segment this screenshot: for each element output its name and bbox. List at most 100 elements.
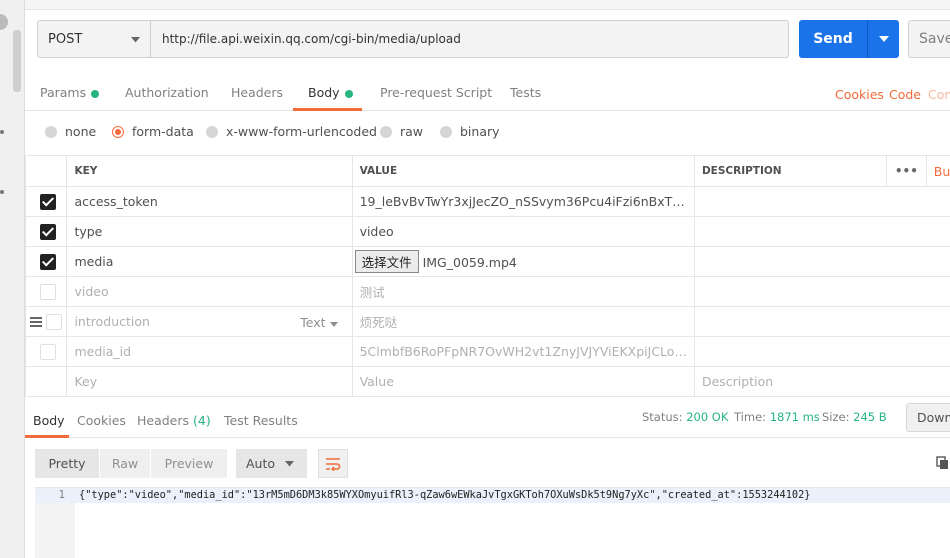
postman-window: POST http://file.api.weixin.qq.com/cgi-b… [0, 0, 950, 558]
form-data-table: KEY VALUE DESCRIPTION ••• Bu access_toke… [24, 155, 950, 397]
toggle-icon[interactable] [0, 14, 8, 30]
chevron-down-icon [131, 37, 140, 43]
row-description[interactable] [693, 306, 950, 337]
key-placeholder[interactable]: Key [66, 366, 353, 397]
tab-headers[interactable]: Headers [231, 85, 283, 100]
tab-test-results[interactable]: Test Results [224, 413, 298, 428]
drag-handle-icon[interactable] [30, 317, 42, 327]
row-key[interactable]: type [66, 216, 353, 247]
table-row-new: Key Value Description [24, 366, 950, 397]
radio-urlencoded[interactable]: x-www-form-urlencoded [206, 124, 377, 139]
row-key[interactable]: video [66, 276, 353, 307]
bulk-edit-link[interactable]: Bu [925, 155, 950, 187]
tab-tests[interactable]: Tests [510, 85, 541, 100]
code-link[interactable]: Code [889, 87, 921, 102]
raw-button[interactable]: Raw [100, 449, 150, 478]
url-input[interactable]: http://file.api.weixin.qq.com/cgi-bin/me… [151, 20, 789, 58]
tab-label: Body [308, 85, 340, 100]
table-header-row: KEY VALUE DESCRIPTION ••• Bu [24, 155, 950, 187]
choose-file-button[interactable]: 选择文件 [354, 250, 419, 273]
tab-label: Params [40, 85, 87, 100]
table-row: access_token 19_leBvBvTwYr3xjJecZO_nSSvy… [24, 186, 950, 217]
table-row: media 选择文件 IMG_0059.mp4 [24, 246, 950, 277]
bullet-icon [0, 130, 4, 134]
row-value[interactable]: 5ClmbfB6RoPFpNR7OvWH2vt1ZnyJVJYViEKXpiJC… [351, 336, 695, 367]
row-description[interactable] [693, 246, 950, 277]
download-label: Down [917, 410, 950, 425]
save-label: Save [919, 31, 950, 47]
raw-label: Raw [111, 456, 139, 471]
key-text: introduction [74, 314, 150, 329]
pretty-button[interactable]: Pretty [35, 449, 99, 478]
tab-label: Pre-request Script [380, 85, 493, 100]
row-key[interactable]: access_token [66, 186, 353, 217]
value-placeholder[interactable]: Value [351, 366, 695, 397]
row-value-file: 选择文件 IMG_0059.mp4 [351, 246, 695, 277]
row-description[interactable] [693, 276, 950, 307]
row-value[interactable]: 烦死哒 [351, 306, 695, 337]
format-select[interactable]: Auto [236, 449, 307, 478]
tab-label: Authorization [125, 85, 209, 100]
tab-pre-request-script[interactable]: Pre-request Script [380, 85, 492, 100]
send-button[interactable]: Send [799, 20, 867, 58]
radio-binary[interactable]: binary [440, 124, 500, 139]
tab-response-body[interactable]: Body [33, 413, 65, 428]
checkbox[interactable] [40, 343, 56, 360]
title-strip [25, 0, 950, 10]
comments-link[interactable]: Com [928, 87, 950, 102]
tab-authorization[interactable]: Authorization [125, 85, 209, 100]
radio-raw[interactable]: raw [380, 124, 423, 139]
type-select[interactable]: Text [300, 315, 338, 330]
header-checkbox-cell [24, 155, 68, 187]
format-label: Auto [246, 456, 276, 471]
tab-response-headers[interactable]: Headers (4) [137, 413, 211, 428]
radio-circle-icon [206, 125, 218, 138]
tab-params[interactable]: Params [40, 85, 100, 100]
copy-icon[interactable] [936, 456, 950, 470]
chevron-down-icon [285, 461, 294, 467]
status-readout: Status: 200 OK [642, 410, 728, 424]
more-options-icon[interactable]: ••• [886, 155, 927, 187]
wrap-line-button[interactable] [318, 449, 348, 478]
size-readout: Size: 245 B [822, 410, 887, 424]
response-body-text: {"type":"video","media_id":"13rM5mD6DM3k… [79, 489, 811, 501]
row-description[interactable] [693, 186, 950, 217]
send-label: Send [813, 31, 853, 47]
download-button[interactable]: Down [906, 403, 950, 432]
checkbox[interactable] [40, 223, 56, 240]
radio-label: none [65, 124, 97, 139]
row-description[interactable] [693, 336, 950, 367]
row-key[interactable]: media [66, 246, 353, 277]
url-value: http://file.api.weixin.qq.com/cgi-bin/me… [162, 32, 461, 46]
description-placeholder[interactable]: Description [693, 366, 950, 397]
row-key[interactable]: introduction Text [66, 306, 353, 337]
checkbox[interactable] [40, 283, 56, 300]
radio-none[interactable]: none [45, 124, 96, 139]
header-count: (4) [193, 413, 211, 428]
row-description[interactable] [693, 216, 950, 247]
send-dropdown-button[interactable] [867, 20, 899, 58]
radio-form-data[interactable]: form-data [112, 124, 194, 139]
preview-button[interactable]: Preview [151, 449, 227, 478]
checkbox[interactable] [40, 193, 56, 210]
checkbox[interactable] [40, 253, 56, 270]
size-value: 245 B [853, 410, 887, 424]
checkbox[interactable] [46, 313, 62, 330]
row-key[interactable]: media_id [66, 336, 353, 367]
method-value: POST [48, 31, 83, 47]
scrollbar[interactable] [13, 30, 21, 92]
cookies-link[interactable]: Cookies [835, 87, 884, 102]
row-checkbox-cell [24, 246, 68, 277]
active-response-tab-indicator [25, 435, 69, 438]
tab-label: Headers [137, 413, 190, 428]
bullet-icon [0, 190, 4, 194]
tab-body[interactable]: Body [308, 85, 353, 100]
method-select[interactable]: POST [37, 20, 151, 58]
tab-response-cookies[interactable]: Cookies [77, 413, 126, 428]
save-button[interactable]: Save [908, 20, 950, 58]
row-checkbox-cell [24, 336, 68, 367]
row-value[interactable]: video [351, 216, 695, 247]
row-value[interactable]: 测试 [351, 276, 695, 307]
row-value[interactable]: 19_leBvBvTwYr3xjJecZO_nSSvym36Pcu4iFzi6n… [351, 186, 695, 217]
status-dot-icon [344, 89, 353, 98]
